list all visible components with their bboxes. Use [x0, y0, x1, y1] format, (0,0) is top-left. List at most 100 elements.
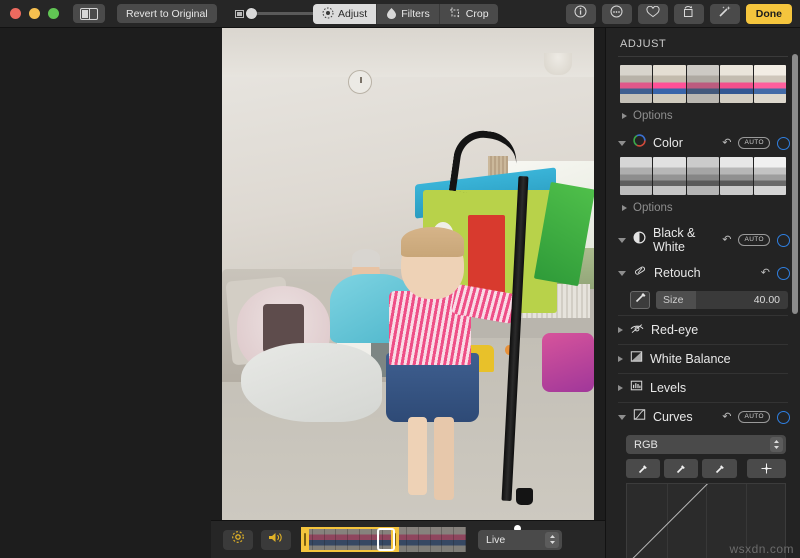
minimize-window-button[interactable]	[29, 8, 40, 19]
tab-crop-label: Crop	[465, 8, 489, 20]
color-thumbnail[interactable]	[753, 65, 787, 103]
more-button[interactable]	[601, 4, 632, 24]
reset-icon[interactable]: ↶	[722, 234, 731, 246]
zoom-window-button[interactable]	[48, 8, 59, 19]
chevron-right-icon[interactable]	[618, 385, 623, 391]
chevron-down-icon[interactable]	[618, 140, 626, 146]
color-thumbnail[interactable]	[686, 65, 720, 103]
auto-badge[interactable]: AUTO	[738, 234, 770, 246]
color-options-toggle[interactable]: Options	[606, 103, 800, 129]
bw-enable-toggle[interactable]	[777, 233, 790, 247]
section-curves[interactable]: Curves ↶ AUTO	[606, 403, 800, 431]
auto-badge[interactable]: AUTO	[738, 137, 770, 149]
audio-button[interactable]	[261, 529, 291, 550]
panel-scrollbar[interactable]	[792, 54, 798, 484]
brush-button[interactable]	[630, 291, 650, 309]
bw-thumbnail[interactable]	[620, 157, 653, 195]
reset-icon[interactable]: ↶	[761, 267, 770, 279]
section-bw-controls: ↶ AUTO	[722, 233, 790, 247]
bw-thumbnail[interactable]	[686, 157, 720, 195]
section-retouch[interactable]: Retouch ↶	[606, 259, 800, 287]
filmstrip-frame[interactable]	[442, 527, 455, 552]
tab-filters-label: Filters	[401, 8, 430, 20]
live-photo-filmstrip[interactable]	[301, 527, 466, 552]
trim-handle-left[interactable]	[301, 527, 309, 552]
close-window-button[interactable]	[10, 8, 21, 19]
rotate-icon	[682, 5, 695, 23]
color-variant-thumbnails[interactable]	[620, 65, 787, 103]
filmstrip-frame[interactable]	[418, 527, 431, 552]
curves-channel-select[interactable]: RGB	[626, 435, 786, 454]
enhance-button[interactable]	[709, 4, 740, 24]
section-color[interactable]: Color ↶ AUTO	[606, 129, 800, 157]
color-thumbnail[interactable]	[720, 65, 753, 103]
zoom-slider-track[interactable]	[245, 7, 314, 19]
photo-toy-right	[541, 333, 594, 393]
filmstrip-frame[interactable]	[407, 527, 419, 552]
bw-thumbnail[interactable]	[753, 157, 787, 195]
bw-variant-thumbnails[interactable]	[620, 157, 787, 195]
live-photo-icon	[231, 530, 245, 549]
live-photo-toolbar: Live	[211, 520, 605, 558]
photo-toddler-leg-right	[434, 416, 455, 501]
section-color-controls: ↶ AUTO	[722, 136, 790, 150]
auto-badge[interactable]: AUTO	[738, 411, 770, 423]
chevron-down-icon[interactable]	[618, 270, 626, 276]
photo-ceiling-light	[543, 52, 572, 75]
edited-photo[interactable]	[222, 28, 594, 520]
done-label: Done	[755, 8, 782, 20]
favorite-button[interactable]	[637, 4, 668, 24]
levels-icon	[630, 379, 643, 397]
left-empty-pane	[0, 28, 211, 558]
section-levels[interactable]: Levels	[606, 374, 800, 402]
color-enable-toggle[interactable]	[777, 136, 790, 150]
live-mode-select[interactable]: Live	[478, 529, 562, 550]
done-button[interactable]: Done	[745, 4, 792, 24]
stepper-icon[interactable]	[770, 437, 783, 452]
color-thumbnail[interactable]	[653, 65, 686, 103]
section-white-balance[interactable]: White Balance	[606, 345, 800, 373]
chevron-down-icon[interactable]	[618, 237, 626, 243]
black-point-eyedropper[interactable]	[626, 459, 661, 478]
tab-filters[interactable]: Filters	[377, 4, 440, 24]
tab-crop[interactable]: Crop	[440, 4, 498, 24]
bw-thumbnail[interactable]	[653, 157, 686, 195]
curves-enable-toggle[interactable]	[777, 410, 790, 424]
info-button[interactable]	[565, 4, 596, 24]
eye-slash-icon	[630, 321, 644, 339]
chevron-right-icon[interactable]	[618, 327, 623, 333]
section-black-and-white[interactable]: Black & White ↶ AUTO	[606, 221, 800, 259]
image-canvas[interactable]	[211, 28, 605, 520]
color-thumbnail[interactable]	[620, 65, 653, 103]
retouch-size-row: Size 40.00	[630, 291, 788, 309]
section-red-eye-label: Red-eye	[651, 323, 699, 337]
filmstrip-frame[interactable]	[430, 527, 443, 552]
tab-adjust[interactable]: Adjust	[313, 4, 378, 24]
zoom-slider-knob[interactable]	[245, 7, 257, 19]
photo-toddler-leg-left	[408, 416, 427, 496]
sidebar-toggle-button[interactable]	[73, 4, 105, 23]
chevron-right-icon[interactable]	[618, 356, 623, 362]
panel-scrollbar-thumb[interactable]	[792, 54, 798, 314]
retouch-enable-toggle[interactable]	[777, 266, 790, 280]
filmstrip-frame[interactable]	[454, 527, 466, 552]
half-circle-icon	[633, 231, 646, 249]
key-photo-marker[interactable]	[377, 528, 395, 551]
section-red-eye[interactable]: Red-eye	[606, 316, 800, 344]
reset-icon[interactable]: ↶	[722, 411, 731, 423]
bw-thumbnail[interactable]	[720, 157, 753, 195]
chevron-down-icon[interactable]	[618, 414, 626, 420]
section-color-label: Color	[653, 136, 683, 150]
watermark-text: wsxdn.com	[729, 542, 794, 556]
revert-to-original-button[interactable]: Revert to Original	[117, 4, 217, 23]
reset-icon[interactable]: ↶	[722, 137, 731, 149]
white-point-eyedropper[interactable]	[702, 459, 737, 478]
live-photo-button[interactable]	[223, 529, 253, 550]
retouch-size-slider[interactable]: Size 40.00	[656, 291, 788, 309]
rotate-button[interactable]	[673, 4, 704, 24]
add-point-button[interactable]	[746, 459, 786, 478]
section-levels-label: Levels	[650, 381, 687, 395]
stepper-icon[interactable]	[545, 531, 559, 548]
bw-options-toggle[interactable]: Options	[606, 195, 800, 221]
gray-point-eyedropper[interactable]	[664, 459, 699, 478]
